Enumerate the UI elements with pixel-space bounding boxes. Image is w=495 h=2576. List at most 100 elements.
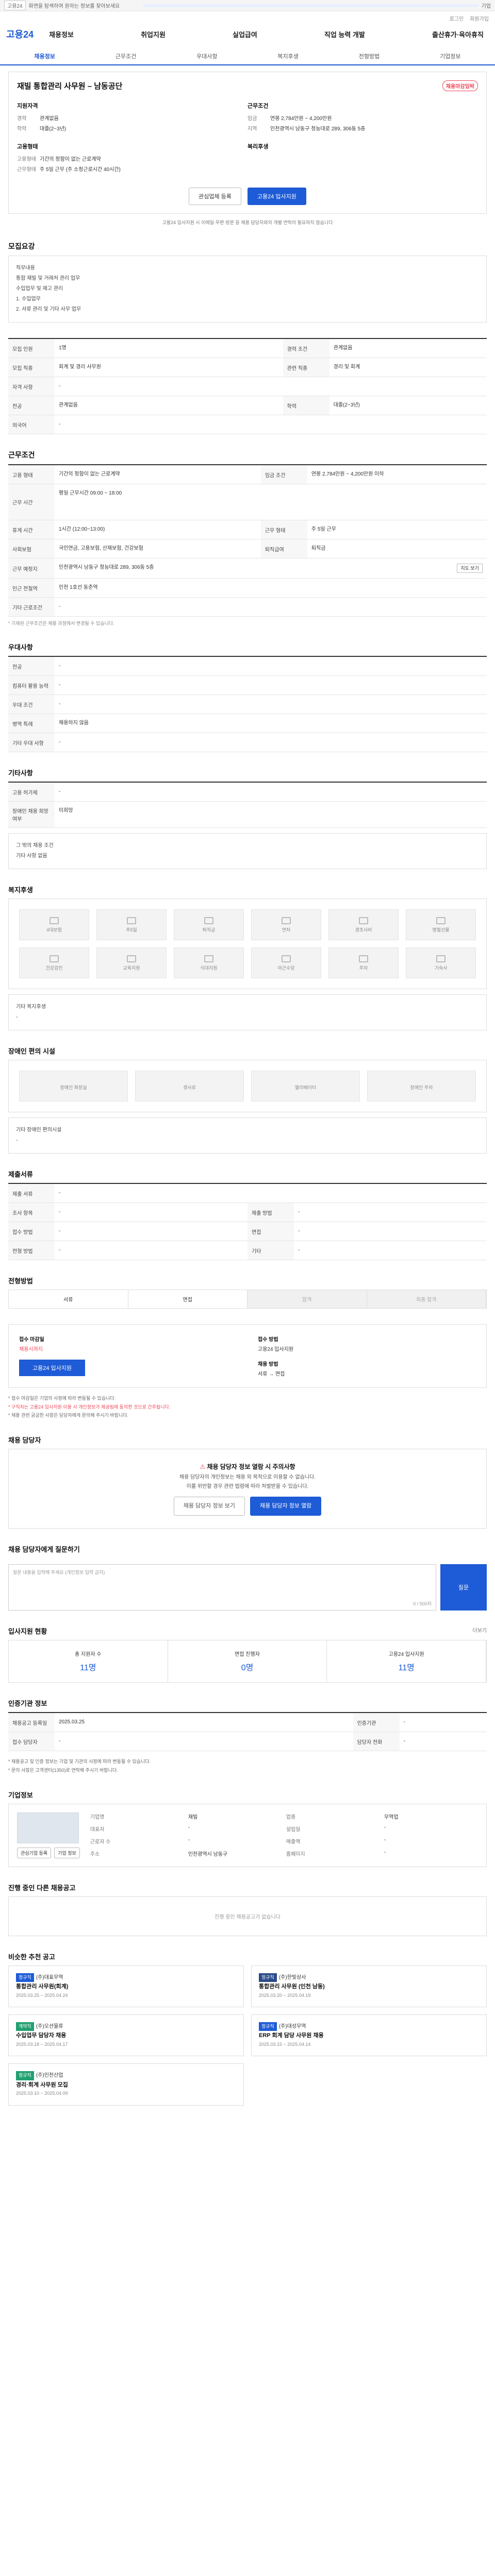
process-step: 면접 bbox=[128, 1290, 248, 1309]
disability-extra-value: - bbox=[16, 1138, 18, 1144]
company-image bbox=[17, 1812, 79, 1843]
signup-link[interactable]: 회원가입 bbox=[470, 14, 489, 22]
history-section: 인증기관 정보 채용공고 등록일 2025.03.25 인증기관 - 접수 담당자 - 담… bbox=[8, 1698, 487, 1774]
welfare-icon bbox=[436, 955, 446, 962]
section-heading: 채용 담당자 bbox=[8, 1436, 41, 1444]
welfare-item: 주차 bbox=[328, 947, 399, 979]
tab-item[interactable]: 복지후생 bbox=[248, 48, 328, 64]
table-row: 기타 우대 사항 - bbox=[8, 733, 487, 753]
welfare-icon bbox=[282, 955, 291, 962]
kv-key: 근무형태 bbox=[17, 167, 36, 173]
section-heading: 인증기관 정보 bbox=[8, 1700, 47, 1708]
table-row: 전공 관계없음 학력 대졸(2~3년) bbox=[8, 396, 487, 415]
table-row: 근무 시간 평일 근무시간 09:00 ~ 18:00 bbox=[8, 484, 487, 520]
facility-item: 장애인 화장실 bbox=[19, 1071, 128, 1102]
apply-button-2[interactable]: 고용24 입사지원 bbox=[19, 1360, 86, 1377]
nav-item[interactable]: 출산휴가·육아휴직 bbox=[427, 29, 489, 39]
section-heading: 장애인 편의 시설 bbox=[8, 1047, 55, 1056]
detail-section: 모집 인원 1명 경력 조건 관계없음 모집 직종 회계 및 경리 사무원 관련 직종 경리… bbox=[8, 338, 487, 434]
question-submit-button[interactable]: 질문 bbox=[440, 1564, 487, 1611]
section-tabs: 채용정보 근무조건 우대사항 복지후생 전형방법 기업정보 bbox=[0, 48, 495, 65]
tab-item[interactable]: 근무조건 bbox=[85, 48, 166, 64]
table-row: 조사 항목 - 제출 방법 - bbox=[8, 1202, 487, 1223]
documents-section: 제출서류 제출 서류 - 조사 항목 - 제출 방법 - 접수 방법 - 면접 - 전형 방법… bbox=[8, 1169, 487, 1261]
manager-view-button[interactable]: 채용 담당자 정보 보기 bbox=[173, 1496, 245, 1516]
section-heading: 채용 담당자에게 질문하기 bbox=[8, 1546, 80, 1554]
job-card[interactable]: 정규직 (주)대성무역 ERP 회계 담당 사무원 채용 2025.03.15 ~… bbox=[251, 2014, 487, 2057]
table-row: 고용 허가제 - bbox=[8, 782, 487, 802]
kv-value: 연봉 2,784만원 ~ 4,200만원 bbox=[270, 116, 332, 122]
stat-item: 총 지원자 수 11명 bbox=[9, 1640, 168, 1683]
more-link[interactable]: 더보기 bbox=[472, 1626, 487, 1636]
kv-key: 고용형태 bbox=[17, 157, 36, 162]
table-row: 장애인 채용 희망 여부 미희망 bbox=[8, 801, 487, 828]
welfare-item: 명절선물 bbox=[406, 909, 476, 941]
nav-item[interactable]: 직업 능력 개발 bbox=[319, 29, 370, 39]
table-row: 전공 - bbox=[8, 656, 487, 676]
job-card[interactable]: 정규직 (주)한빛상사 통합관리 사무원 (인천 남동) 2025.03.20 ~… bbox=[251, 1965, 487, 2007]
stat-item: 고용24 입사지원 11명 bbox=[327, 1640, 487, 1683]
tab-item[interactable]: 기업정보 bbox=[410, 48, 491, 64]
job-card[interactable]: 계약직 (주)오션물류 수입업무 담당자 채용 2025.03.18 ~ 2025… bbox=[8, 2014, 244, 2057]
history-note: * 채용공고 및 인증 정보는 기업 및 기관의 사정에 따라 변동될 수 있습… bbox=[8, 1759, 151, 1765]
tab-item[interactable]: 우대사항 bbox=[167, 48, 248, 64]
job-card[interactable]: 정규직 (주)인천산업 경리·회계 사무원 모집 2025.03.10 ~ 202… bbox=[8, 2063, 244, 2106]
ask-section: 채용 담당자에게 질문하기 질문 내용을 입력해 주세요 (개인정보 입력 금지… bbox=[8, 1544, 487, 1611]
summary-line: 2. 서류 관리 및 기타 사무 업무 bbox=[16, 307, 81, 312]
section-heading: 전형방법 bbox=[8, 1277, 33, 1285]
apply-section: 접수 마감일 채용시까지 고용24 입사지원 접수 방법 고용24 입사지원 채… bbox=[8, 1324, 487, 1419]
facility-item: 경사로 bbox=[135, 1071, 244, 1102]
nav-item[interactable]: 실업급여 bbox=[227, 29, 262, 39]
welfare-item: 야근수당 bbox=[251, 947, 321, 979]
table-row: 제출 서류 - bbox=[8, 1183, 487, 1204]
tab-item[interactable]: 채용정보 bbox=[4, 48, 85, 64]
warning-section: 채용 담당자 ⚠ 채용 담당자 정보 열람 시 주의사항 채용 담당자의 개인정… bbox=[8, 1435, 487, 1529]
facility-item: 장애인 주차 bbox=[367, 1071, 476, 1102]
kv-value: 기간의 정함이 없는 근로계약 bbox=[40, 157, 101, 162]
welfare-section: 복지후생 4대보험 주5일 퇴직금 연차 경조사비 명절선물 건강검진 교육지원… bbox=[8, 885, 487, 1031]
header: 고용24 채용정보 취업지원 실업급여 직업 능력 개발 출산휴가·육아휴직 bbox=[0, 25, 495, 43]
login-link[interactable]: 로그인 bbox=[450, 14, 464, 22]
site-tag: 고용24 bbox=[4, 1, 26, 10]
deadline-value: 채용시까지 bbox=[19, 1347, 43, 1353]
process-step: 합격 bbox=[248, 1290, 367, 1309]
top-label: 기업 bbox=[481, 4, 491, 9]
map-button[interactable]: 지도 보기 bbox=[457, 564, 483, 573]
welfare-item: 건강검진 bbox=[19, 947, 89, 979]
welfare-item: 경조사비 bbox=[328, 909, 399, 941]
table-row: 모집 인원 1명 경력 조건 관계없음 bbox=[8, 338, 487, 358]
kv-key: 지역 bbox=[248, 126, 257, 132]
nav-item[interactable]: 취업지원 bbox=[136, 29, 171, 39]
deadline-label: 접수 마감일 bbox=[19, 1337, 44, 1343]
table-row: 전형 방법 - 기타 - bbox=[8, 1241, 487, 1261]
alert-icon: ⚠ bbox=[200, 1463, 206, 1470]
process-step: 서류 bbox=[9, 1290, 128, 1309]
contact-label: 채용 방법 bbox=[258, 1362, 278, 1368]
company-info-button[interactable]: 기업 정보 bbox=[54, 1847, 80, 1858]
table-row: 우대 조건 - bbox=[8, 694, 487, 715]
interest-button[interactable]: 관심업체 등록 bbox=[189, 188, 241, 205]
brand-logo[interactable]: 고용24 bbox=[6, 27, 34, 41]
summary-line: 통합 재빌 및 거래처 관리 업무 bbox=[16, 276, 80, 281]
apply-button[interactable]: 고용24 입사지원 bbox=[247, 188, 306, 205]
main-nav: 채용정보 취업지원 실업급여 직업 능력 개발 출산휴가·육아휴직 bbox=[44, 29, 489, 39]
kv-value: 관계없음 bbox=[40, 116, 59, 122]
section-heading: 우대사항 bbox=[8, 643, 33, 652]
qualification-heading: 지원자격 bbox=[17, 103, 38, 109]
welfare-icon bbox=[127, 955, 136, 962]
question-input[interactable]: 질문 내용을 입력해 주세요 (개인정보 입력 금지) 0 / 500자 bbox=[8, 1564, 436, 1611]
manager-read-button[interactable]: 채용 담당자 정보 열람 bbox=[250, 1496, 322, 1516]
tab-item[interactable]: 전형방법 bbox=[328, 48, 409, 64]
kv-value: 대졸(2~3년) bbox=[40, 126, 67, 132]
top-bar: 고용24 화면을 탐색하여 원하는 정보를 찾아보세요 기업 bbox=[0, 0, 495, 11]
work-note: * 기재된 근무조건은 채용 과정에서 변경될 수 있습니다. bbox=[8, 621, 114, 626]
company-interest-button[interactable]: 관심기업 등록 bbox=[17, 1847, 52, 1858]
other-jobs-section: 진행 중인 다른 채용공고 진행 중인 채용공고가 없습니다 bbox=[8, 1883, 487, 1936]
summary-section: 모집요강 직무내용 통합 재빌 및 거래처 관리 업무 수입업무 및 재고 관리… bbox=[8, 241, 487, 323]
warning-line: 채용 담당자의 개인정보는 채용 외 목적으로 이용할 수 없습니다. bbox=[179, 1474, 316, 1480]
table-row: 컴퓨터 활용 능력 - bbox=[8, 675, 487, 696]
others-section: 기타사항 고용 허가제 - 장애인 채용 희망 여부 미희망 그 밖의 채용 조건 … bbox=[8, 768, 487, 870]
table-row: 인근 전철역 인천 1호선 동춘역 bbox=[8, 578, 487, 598]
job-card[interactable]: 정규직 (주)대표무역 통합관리 사무원(회계) 2025.03.25 ~ 202… bbox=[8, 1965, 244, 2007]
nav-item[interactable]: 채용정보 bbox=[44, 29, 79, 39]
